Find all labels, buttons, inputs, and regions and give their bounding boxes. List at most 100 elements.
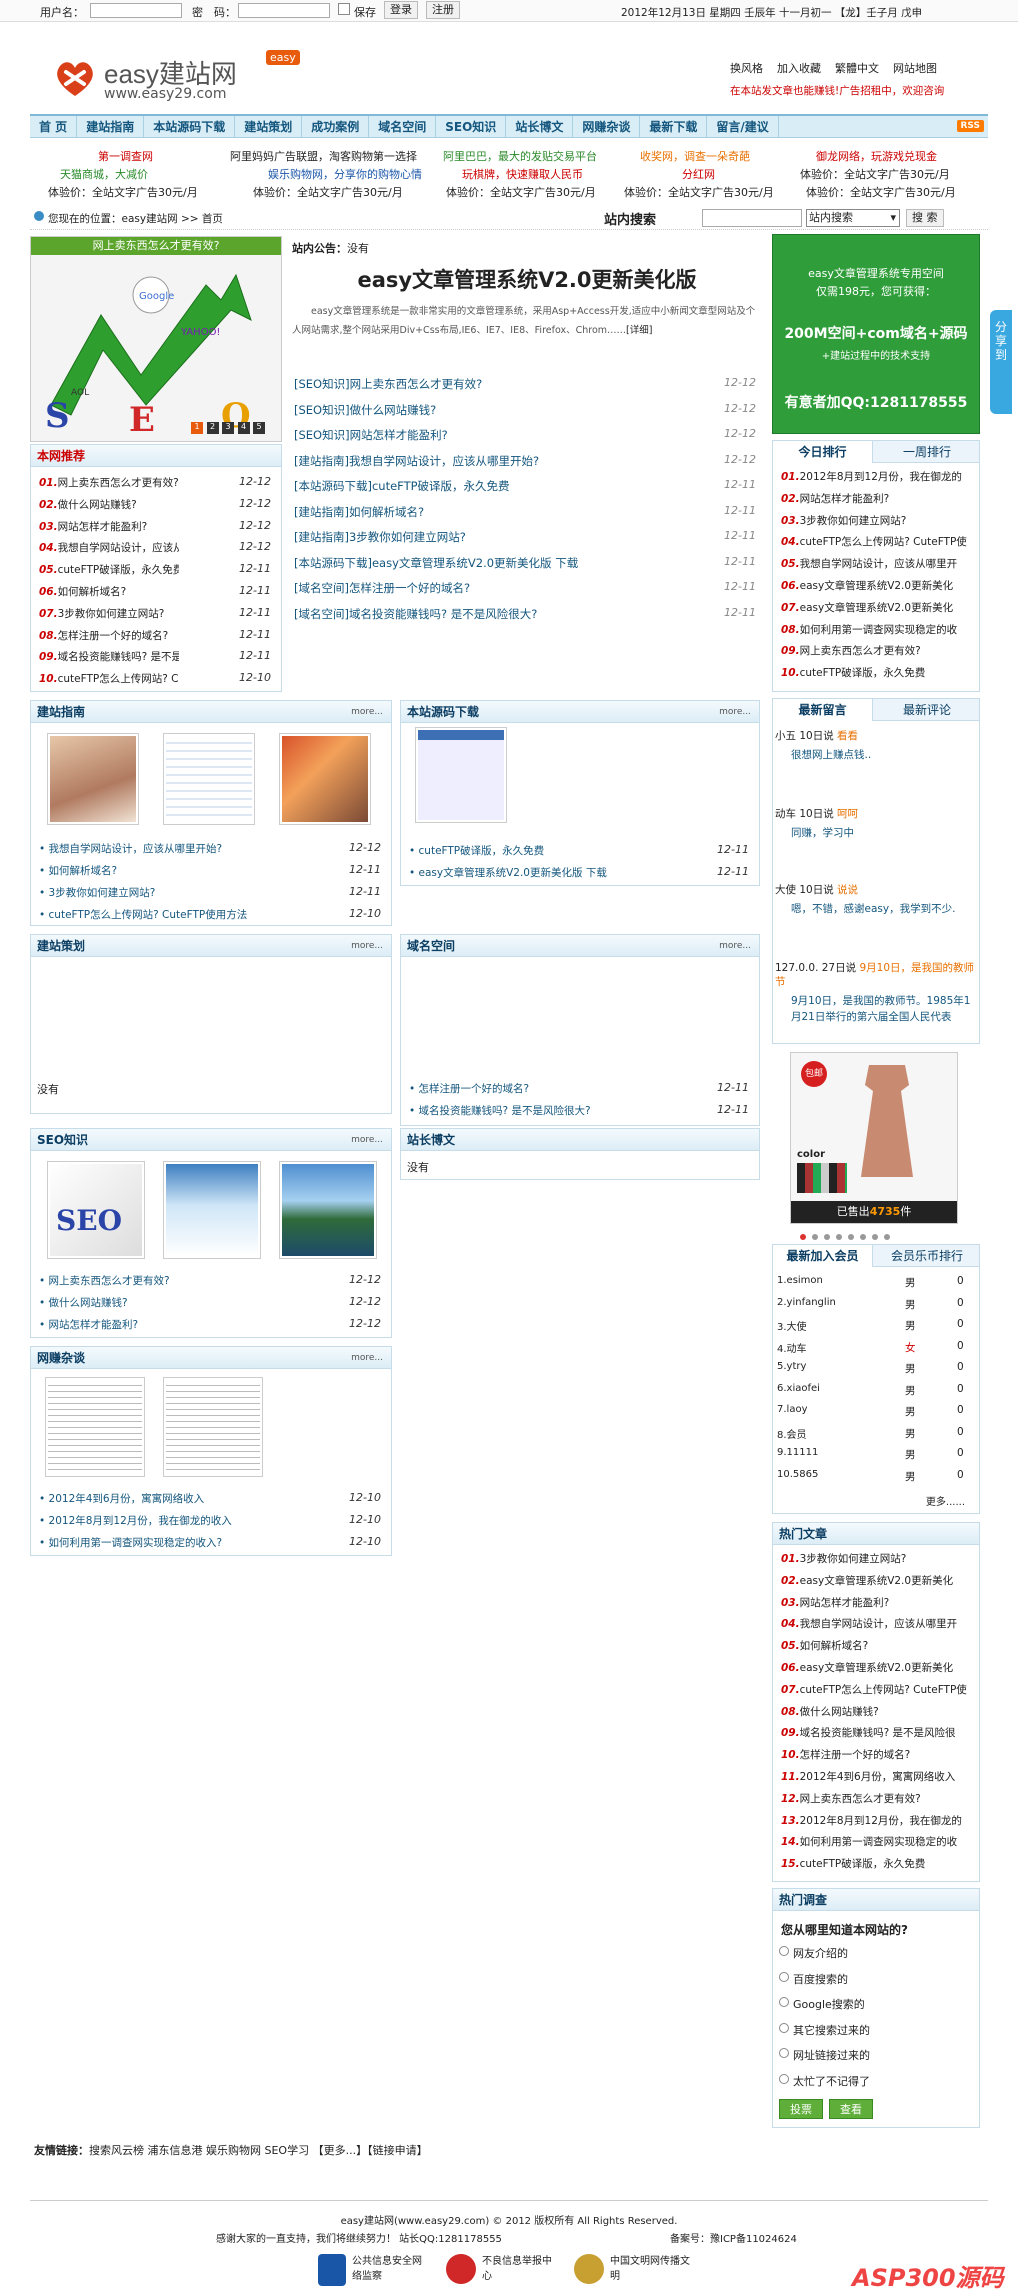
text-ad[interactable]: 体验价：全站文字广告30元/月	[48, 184, 198, 200]
rss-icon[interactable]: RSS	[956, 120, 984, 132]
message-body[interactable]: 嗯，不错，感谢easy，我学到不少.	[791, 901, 977, 917]
list-item[interactable]: 03.网站怎样才能盈利?	[781, 1595, 977, 1610]
list-item[interactable]: • 怎样注册一个好的域名?	[409, 1081, 529, 1096]
vote-button[interactable]: 投票	[779, 2099, 823, 2119]
survey-radio[interactable]	[779, 1971, 789, 1982]
header-link[interactable]: 加入收藏	[777, 62, 821, 75]
username-input[interactable]	[90, 3, 182, 18]
register-button[interactable]: 注册	[426, 1, 460, 19]
member-name[interactable]: 2.yinfanglin	[777, 1297, 836, 1308]
list-item[interactable]: 08.如何利用第一调查网实现稳定的收	[781, 622, 977, 637]
list-text[interactable]: 网站怎样才能盈利?	[58, 521, 148, 533]
message-subject[interactable]: 呵呵	[837, 808, 858, 820]
list-text[interactable]: 我想自学网站设计，应该从哪里开	[800, 558, 958, 570]
list-text[interactable]: 网上卖东西怎么才更有效?	[800, 1793, 921, 1805]
list-item[interactable]: 10.cuteFTP怎么上传网站? CuteFTP使	[39, 671, 179, 686]
more-link[interactable]: more...	[351, 701, 383, 723]
message-body[interactable]: 同赚，学习中	[791, 825, 977, 841]
list-item[interactable]: • 2012年8月到12月份，我在御龙的收入	[39, 1513, 232, 1528]
nav-cases[interactable]: 成功案例	[302, 116, 370, 138]
news-link[interactable]: [建站指南]我想自学网站设计，应该从哪里开始?	[294, 453, 539, 469]
article-thumbnail[interactable]	[279, 733, 371, 825]
member-name[interactable]: 6.xiaofei	[777, 1383, 820, 1394]
text-ad[interactable]: 体验价：全站文字广告30元/月	[806, 184, 956, 200]
view-results-button[interactable]: 查看	[829, 2099, 873, 2119]
list-item[interactable]: 10.怎样注册一个好的域名?	[781, 1747, 977, 1762]
breadcrumb-site[interactable]: easy建站网	[122, 213, 178, 225]
list-item[interactable]: 05.如何解析域名?	[781, 1638, 977, 1653]
slide-page-button[interactable]: 5	[253, 422, 265, 434]
list-text[interactable]: 做什么网站赚钱?	[800, 1706, 879, 1718]
list-text[interactable]: 如何解析域名?	[800, 1640, 869, 1652]
more-link[interactable]: more...	[719, 935, 751, 957]
tab-today[interactable]: 今日排行	[773, 441, 873, 463]
list-item[interactable]: • 我想自学网站设计，应该从哪里开始?	[39, 841, 222, 856]
headline-more-link[interactable]: [详细]	[626, 325, 652, 336]
list-item[interactable]: 12.网上卖东西怎么才更有效?	[781, 1791, 977, 1806]
header-notice[interactable]: 在本站发文章也能赚钱!广告招租中，欢迎咨询	[730, 84, 988, 98]
search-input[interactable]	[702, 209, 802, 227]
text-ad[interactable]: 体验价：全站文字广告30元/月	[800, 166, 950, 182]
slide-caption[interactable]: 网上卖东西怎么才更有效?	[31, 237, 281, 255]
list-text[interactable]: 我想自学网站设计，应该从哪里开	[58, 542, 179, 554]
shop-pager-dots[interactable]	[800, 1230, 960, 1240]
list-text[interactable]: 做什么网站赚钱?	[58, 499, 137, 511]
list-item[interactable]: 09.域名投资能赚钱吗? 是不是风险很	[39, 649, 179, 664]
list-item[interactable]: • 如何利用第一调查网实现稳定的收入?	[39, 1535, 222, 1550]
list-item[interactable]: 09.域名投资能赚钱吗? 是不是风险很	[781, 1725, 977, 1740]
list-item[interactable]: • 3步教你如何建立网站?	[39, 885, 155, 900]
slideshow[interactable]: 网上卖东西怎么才更有效? Google YAHOO! S E O AOL 1 2…	[30, 236, 282, 442]
list-text[interactable]: 域名投资能赚钱吗? 是不是风险很	[58, 651, 179, 663]
password-input[interactable]	[238, 3, 330, 18]
member-name[interactable]: 3.大使	[777, 1318, 807, 1333]
article-thumbnail[interactable]	[163, 733, 255, 825]
news-link[interactable]: [SEO知识]做什么网站赚钱?	[294, 402, 436, 418]
header-link[interactable]: 换风格	[730, 62, 763, 75]
member-name[interactable]: 5.ytry	[777, 1361, 806, 1372]
list-text[interactable]: cuteFTP破译版，永久免费	[800, 1858, 926, 1870]
article-thumbnail[interactable]	[45, 1377, 145, 1477]
text-ad[interactable]: 阿里妈妈广告联盟，淘客购物第一选择	[230, 148, 417, 164]
slide-page-button[interactable]: 2	[206, 422, 219, 434]
list-text[interactable]: 2012年8月到12月份，我在御龙的	[800, 471, 962, 483]
survey-radio[interactable]	[779, 2048, 789, 2058]
list-text[interactable]: cuteFTP破译版，永久免费	[58, 564, 179, 576]
list-item[interactable]: 06.easy文章管理系统V2.0更新美化	[781, 1660, 977, 1675]
article-thumbnail[interactable]	[163, 1161, 261, 1259]
remember-checkbox[interactable]	[338, 3, 350, 15]
nav-talk[interactable]: 网赚杂谈	[573, 116, 641, 138]
member-name[interactable]: 7.laoy	[777, 1404, 807, 1415]
tab-new-members[interactable]: 最新加入会员	[773, 1245, 873, 1267]
news-link[interactable]: [建站指南]3步教你如何建立网站?	[294, 529, 466, 545]
list-text[interactable]: cuteFTP破译版，永久免费	[800, 667, 926, 679]
list-item[interactable]: 08.做什么网站赚钱?	[781, 1704, 977, 1719]
text-ad[interactable]: 御龙网络，玩游戏兑现金	[816, 148, 937, 164]
news-link[interactable]: [本站源码下载]easy文章管理系统V2.0更新美化版 下载	[294, 555, 578, 571]
more-link[interactable]: more...	[719, 701, 751, 723]
list-item[interactable]: 02.网站怎样才能盈利?	[781, 491, 977, 506]
list-text[interactable]: 如何利用第一调查网实现稳定的收	[800, 624, 958, 636]
nav-download[interactable]: 最新下载	[640, 116, 708, 138]
nav-guestbook[interactable]: 留言/建议	[707, 116, 779, 138]
more-link[interactable]: more...	[351, 935, 383, 957]
list-text[interactable]: 网上卖东西怎么才更有效?	[58, 477, 179, 489]
nav-domain[interactable]: 域名空间	[369, 116, 437, 138]
survey-radio[interactable]	[779, 2022, 789, 2033]
list-item[interactable]: 08.怎样注册一个好的域名?	[39, 628, 179, 643]
text-ad[interactable]: 娱乐购物网，分享你的购物心情	[268, 166, 422, 182]
list-item[interactable]: 07.3步教你如何建立网站?	[39, 606, 179, 621]
article-thumbnail[interactable]	[47, 733, 139, 825]
list-item[interactable]: • 做什么网站赚钱?	[39, 1295, 128, 1310]
article-thumbnail[interactable]	[415, 727, 507, 823]
list-text[interactable]: 网上卖东西怎么才更有效?	[800, 645, 921, 657]
list-item[interactable]: 03.3步教你如何建立网站?	[781, 513, 977, 528]
news-link[interactable]: [域名空间]怎样注册一个好的域名?	[294, 580, 470, 596]
list-item[interactable]: 06.easy文章管理系统V2.0更新美化	[781, 578, 977, 593]
login-button[interactable]: 登录	[384, 1, 418, 19]
nav-home[interactable]: 首 页	[30, 116, 78, 138]
list-item[interactable]: • cuteFTP怎么上传网站? CuteFTP使用方法	[39, 907, 247, 922]
share-sidebar-button[interactable]: 分享到	[990, 310, 1012, 414]
footer-icp[interactable]: 备案号：豫ICP备11024624	[670, 2230, 797, 2245]
survey-radio[interactable]	[779, 1946, 789, 1956]
text-ad[interactable]: 分红网	[682, 166, 715, 182]
